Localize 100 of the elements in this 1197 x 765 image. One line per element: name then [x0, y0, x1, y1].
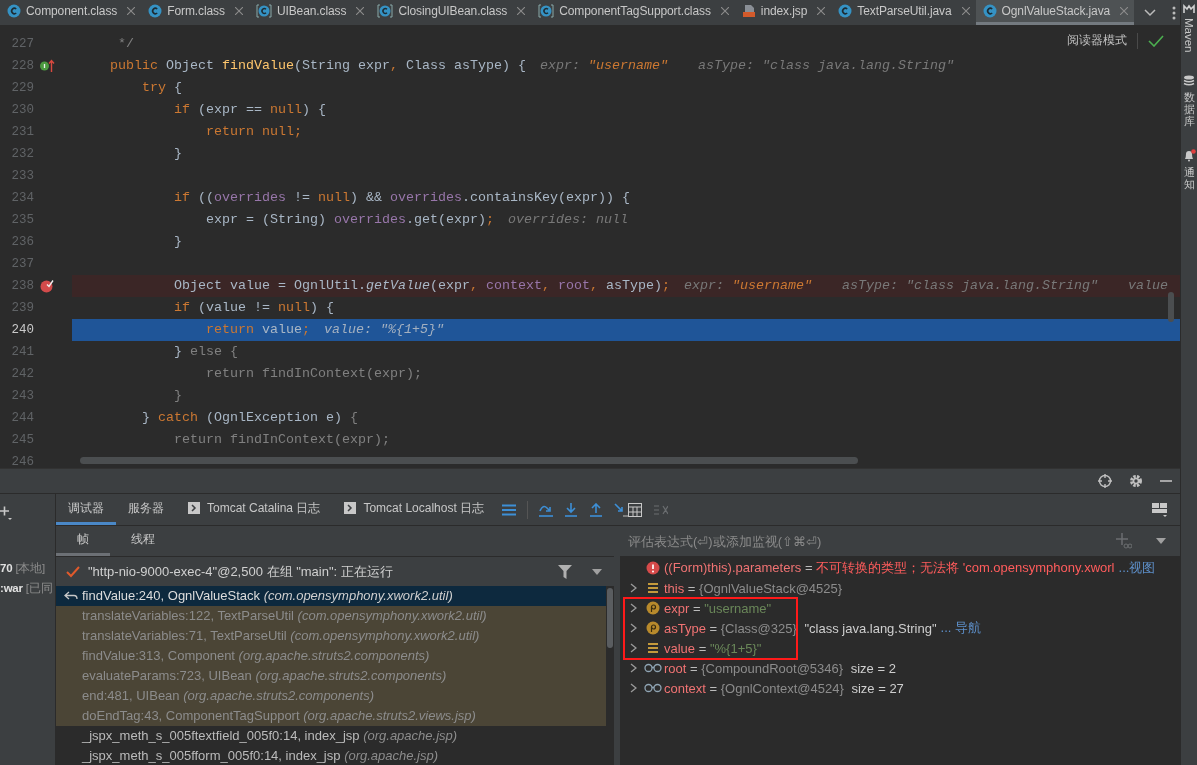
dropdown-icon[interactable] — [592, 568, 602, 575]
class-file-icon[interactable] — [255, 4, 272, 18]
crosshair-icon[interactable] — [1098, 474, 1112, 488]
editor-tab[interactable]: Component.class — [0, 0, 142, 25]
inline-hint: value: "%{1+5}" — [323, 321, 444, 339]
close-icon[interactable] — [817, 7, 826, 15]
thread-selector[interactable]: "http-nio-9000-exec-4"@2,500 在组 "main": 正在运行 — [88, 562, 550, 581]
code-line: } catch (OgnlException e) { — [141, 409, 358, 427]
down-arrow-icon[interactable] — [564, 502, 579, 517]
layout-icon[interactable] — [1152, 502, 1168, 517]
class-file-icon[interactable] — [982, 4, 997, 18]
calculator-icon[interactable] — [628, 502, 642, 517]
editor-tab[interactable]: TextParseUtil.java — [831, 0, 976, 25]
line-number: 228 — [10, 59, 35, 73]
variable-entry[interactable]: root = {CompoundRoot@5346} size = 2 — [664, 660, 896, 676]
check-icon[interactable] — [66, 565, 80, 578]
config-item[interactable]: :war [已同 — [0, 578, 55, 598]
stack-icon[interactable] — [647, 642, 659, 654]
sub-tab[interactable]: 线程 — [110, 526, 176, 556]
filter-icon[interactable] — [558, 564, 572, 579]
stack-frame[interactable]: _jspx_meth_s_005ftextfield_005f0:14, index_jsp (org.apache.jsp) — [56, 726, 606, 746]
close-icon[interactable] — [961, 7, 970, 15]
close-icon[interactable] — [720, 7, 729, 15]
parameter-icon[interactable] — [646, 601, 660, 615]
variable-entry[interactable]: value = "%{1+5}" — [664, 640, 762, 656]
scrollbar[interactable] — [80, 457, 858, 464]
editor-tab[interactable]: ComponentTagSupport.class — [531, 0, 735, 25]
class-file-icon[interactable] — [838, 4, 853, 18]
inline-hint: overrides: null — [507, 211, 628, 229]
parameter-icon[interactable] — [646, 621, 660, 635]
override-icon[interactable] — [39, 59, 55, 73]
line-number: 229 — [10, 81, 35, 95]
diagonal-arrow-icon[interactable] — [614, 502, 631, 517]
settings-icon[interactable] — [1129, 474, 1143, 488]
code-line: Object value = OgnlUtil.getValue(expr, context, root, asType); — [172, 277, 670, 295]
check-icon[interactable] — [1148, 34, 1164, 47]
tool-tab[interactable]: Tomcat Localhost 日志 — [332, 494, 497, 525]
more-icon[interactable] — [1172, 5, 1177, 20]
stack-frame[interactable]: findValue:240, OgnlValueStack (com.opensymphony.xwork2.util) — [56, 586, 606, 606]
variable-entry[interactable]: asType = {Class@325} "class java.lang.String" — [664, 620, 937, 636]
return-icon[interactable] — [64, 591, 78, 601]
link[interactable]: ...视图 — [1118, 559, 1156, 577]
class-file-icon[interactable] — [148, 4, 163, 18]
variable-entry[interactable]: context = {OgnlContext@4524} size = 27 — [664, 680, 904, 696]
code-line: } — [172, 145, 182, 163]
tool-tab[interactable]: Tomcat Catalina 日志 — [176, 494, 333, 525]
tool-tab[interactable]: 服务器 — [116, 494, 176, 525]
line-number: 241 — [10, 345, 35, 359]
editor-tab[interactable]: index.jsp — [734, 0, 832, 25]
variable-entry[interactable]: ((Form)this).parameters = 不可转换的类型；无法将 'com.opensymphony.xworl — [664, 559, 1115, 577]
glasses-icon[interactable] — [644, 683, 662, 693]
editor-tab[interactable]: ClosingUIBean.class — [370, 0, 532, 25]
config-item[interactable]: 70 [本地] — [0, 558, 55, 578]
database-icon[interactable] — [1183, 74, 1195, 87]
line-number: 243 — [10, 389, 35, 403]
line-number: 233 — [10, 169, 35, 183]
list-icon[interactable] — [502, 503, 517, 516]
scrollbar[interactable] — [607, 588, 613, 648]
bell-icon[interactable] — [1182, 148, 1196, 162]
close-icon[interactable] — [127, 7, 136, 15]
stack-icon[interactable] — [647, 582, 659, 594]
code-line: if (expr == null) { — [172, 101, 326, 119]
close-icon[interactable] — [517, 7, 526, 15]
link[interactable]: ... 导航 — [940, 619, 981, 637]
scrollbar[interactable] — [1168, 292, 1174, 322]
line-number: 235 — [10, 213, 35, 227]
line-number: 231 — [10, 125, 35, 139]
minimize-icon[interactable] — [1160, 479, 1172, 483]
variable-entry[interactable]: expr = "username" — [664, 600, 772, 616]
jsp-file-icon[interactable] — [741, 4, 756, 18]
up-arrow-icon[interactable] — [589, 502, 604, 517]
inline-hint: asType: "class java.lang.String" — [841, 277, 1098, 295]
chevron-down-icon[interactable] — [1144, 8, 1157, 17]
editor-tab[interactable]: UIBean.class — [248, 0, 371, 25]
stack-frame[interactable]: _jspx_meth_s_005fform_005f0:14, index_jsp (org.apache.jsp) — [56, 746, 606, 765]
glasses-icon[interactable] — [644, 663, 662, 673]
line-number: 236 — [10, 235, 35, 249]
add-icon[interactable] — [0, 506, 12, 520]
class-file-icon[interactable] — [538, 4, 555, 18]
side-tool-tab[interactable]: 数据库 — [1183, 90, 1195, 127]
line-number: 245 — [10, 433, 35, 447]
side-tool-tab[interactable]: Maven — [1183, 18, 1195, 53]
line-number: 232 — [10, 147, 35, 161]
variable-entry[interactable]: this = {OgnlValueStack@4525} — [664, 580, 843, 596]
line-number: 239 — [10, 301, 35, 315]
code-line: expr = (String) overrides.get(expr); — [204, 211, 494, 229]
breakpoint-icon[interactable] — [40, 279, 54, 293]
console-icon[interactable] — [188, 502, 200, 514]
close-icon[interactable] — [234, 7, 243, 15]
side-tool-tab[interactable]: 通知 — [1183, 165, 1195, 190]
code-line: return value; — [204, 321, 310, 339]
dropdown-icon[interactable] — [1156, 538, 1166, 544]
class-file-icon[interactable] — [377, 4, 394, 18]
console-icon[interactable] — [344, 502, 357, 514]
class-file-icon[interactable] — [7, 4, 21, 18]
close-icon[interactable] — [356, 7, 365, 15]
editor-tab[interactable]: Form.class — [141, 0, 249, 25]
editor-tab[interactable]: OgnlValueStack.java — [975, 0, 1135, 25]
expression-field[interactable]: 评估表达式(⏎)或添加监视(⇧⌘⏎) — [620, 526, 1180, 556]
error-icon[interactable] — [646, 561, 660, 575]
